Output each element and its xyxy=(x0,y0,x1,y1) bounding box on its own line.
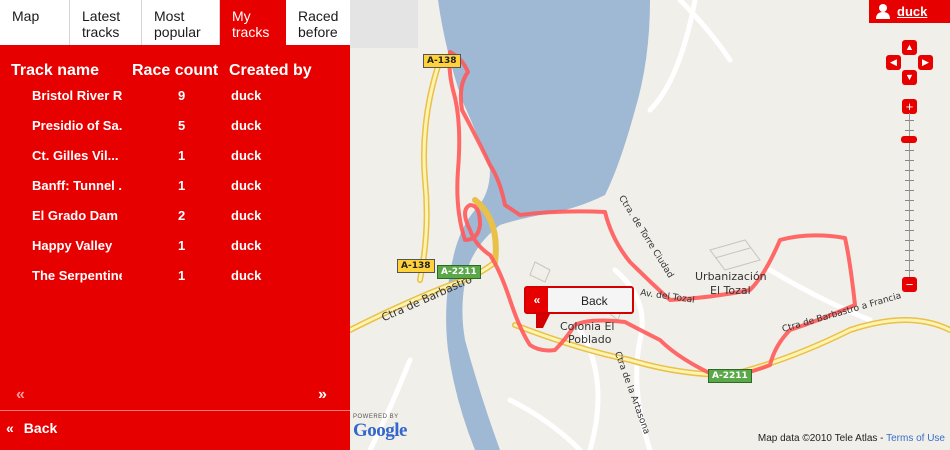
created-by[interactable]: duck xyxy=(231,208,261,223)
place-label: Urbanización xyxy=(695,270,767,283)
created-by[interactable]: duck xyxy=(231,178,261,193)
tab-most-popular[interactable]: Most popular xyxy=(142,0,220,45)
road-sign-a2211: A-2211 xyxy=(437,265,481,279)
pan-down-button[interactable]: ▼ xyxy=(902,70,917,85)
place-label: Colonia El xyxy=(560,320,615,333)
pan-left-button[interactable]: ◀ xyxy=(886,55,901,70)
created-by[interactable]: duck xyxy=(231,148,261,163)
tab-map[interactable]: Map xyxy=(0,0,70,45)
tab-latest-tracks[interactable]: Latest tracks xyxy=(70,0,142,45)
road-sign-a138: A-138 xyxy=(423,54,461,68)
road-sign-a2211: A-2211 xyxy=(708,369,752,383)
track-row[interactable]: Ct. Gilles Vil... 1 duck xyxy=(0,148,350,172)
map-back-button[interactable]: « Back xyxy=(524,286,634,314)
map-attribution: Map data ©2010 Tele Atlas - Terms of Use xyxy=(758,433,945,444)
zoom-tick xyxy=(905,270,914,271)
double-left-arrow-icon: « xyxy=(6,420,14,436)
zoom-tick xyxy=(905,250,914,251)
zoom-tick xyxy=(905,120,914,121)
terms-of-use-link[interactable]: Terms of Use xyxy=(886,433,945,444)
created-by[interactable]: duck xyxy=(231,88,261,103)
zoom-out-button[interactable]: − xyxy=(902,277,917,292)
track-name[interactable]: Banff: Tunnel ... xyxy=(32,178,122,193)
tab-raced-before[interactable]: Raced before xyxy=(286,0,350,45)
table-header: Track name Race count Created by xyxy=(0,62,350,84)
zoom-tick xyxy=(905,180,914,181)
google-wordmark: Google xyxy=(353,420,408,441)
pan-right-button[interactable]: ▶ xyxy=(918,55,933,70)
divider xyxy=(0,410,350,411)
race-count: 5 xyxy=(178,118,186,133)
zoom-tick xyxy=(905,220,914,221)
track-row[interactable]: Happy Valley 1 duck xyxy=(0,238,350,262)
race-count: 1 xyxy=(178,148,186,163)
track-row[interactable]: The Serpentine 1 duck xyxy=(0,268,350,292)
track-name[interactable]: Ct. Gilles Vil... xyxy=(32,148,122,163)
header-track-name[interactable]: Track name xyxy=(11,62,99,80)
track-row[interactable]: Bristol River Run 9 duck xyxy=(0,88,350,112)
attribution-text: Map data ©2010 Tele Atlas - xyxy=(757,433,887,444)
zoom-tick xyxy=(905,210,914,211)
zoom-slider-handle[interactable] xyxy=(901,136,917,143)
username-link[interactable]: duck xyxy=(897,4,927,19)
tracks-panel: Map Latest tracks Most popular My tracks… xyxy=(0,0,350,450)
next-page-button[interactable]: » xyxy=(318,386,327,404)
zoom-tick xyxy=(905,150,914,151)
race-count: 1 xyxy=(178,178,186,193)
race-count: 2 xyxy=(178,208,186,223)
race-count: 1 xyxy=(178,238,186,253)
pan-up-button[interactable]: ▲ xyxy=(902,40,917,55)
race-count: 1 xyxy=(178,268,186,283)
header-created-by[interactable]: Created by xyxy=(229,62,312,80)
back-label: Back xyxy=(23,420,58,436)
previous-page-button[interactable]: « xyxy=(16,386,25,404)
created-by[interactable]: duck xyxy=(231,268,261,283)
map-view[interactable]: Ctra de Barbastro Urbanización El Tozal … xyxy=(350,0,950,450)
zoom-tick xyxy=(905,200,914,201)
created-by[interactable]: duck xyxy=(231,238,261,253)
missing-tile xyxy=(350,0,418,48)
user-menu[interactable]: duck xyxy=(869,0,950,23)
place-label: Poblado xyxy=(568,333,612,346)
tab-my-tracks[interactable]: My tracks xyxy=(220,0,286,45)
race-count: 9 xyxy=(178,88,186,103)
zoom-tick xyxy=(905,190,914,191)
track-name[interactable]: The Serpentine xyxy=(32,268,122,283)
back-button[interactable]: « Back xyxy=(6,420,57,436)
zoom-tick xyxy=(905,230,914,231)
track-name[interactable]: Happy Valley xyxy=(32,238,122,253)
header-race-count[interactable]: Race count xyxy=(132,62,218,80)
track-name[interactable]: Bristol River Run xyxy=(32,88,122,103)
map-back-label: Back xyxy=(581,294,608,308)
place-label: El Tozal xyxy=(710,284,751,297)
zoom-tick xyxy=(905,170,914,171)
google-logo[interactable]: POWERED BY Google xyxy=(353,414,408,442)
zoom-tick xyxy=(905,160,914,161)
created-by[interactable]: duck xyxy=(231,118,261,133)
road-sign-a138: A-138 xyxy=(397,259,435,273)
zoom-tick xyxy=(905,240,914,241)
user-icon xyxy=(876,4,890,19)
track-name[interactable]: Presidio of Sa... xyxy=(32,118,122,133)
track-row[interactable]: El Grado Dam 2 duck xyxy=(0,208,350,232)
zoom-in-button[interactable]: + xyxy=(902,99,917,114)
double-left-arrow-icon: « xyxy=(526,288,548,312)
zoom-tick xyxy=(905,130,914,131)
track-row[interactable]: Banff: Tunnel ... 1 duck xyxy=(0,178,350,202)
track-name[interactable]: El Grado Dam xyxy=(32,208,122,223)
track-row[interactable]: Presidio of Sa... 5 duck xyxy=(0,118,350,142)
zoom-tick xyxy=(905,260,914,261)
tab-bar: Map Latest tracks Most popular My tracks… xyxy=(0,0,350,45)
bubble-pointer xyxy=(536,314,550,328)
